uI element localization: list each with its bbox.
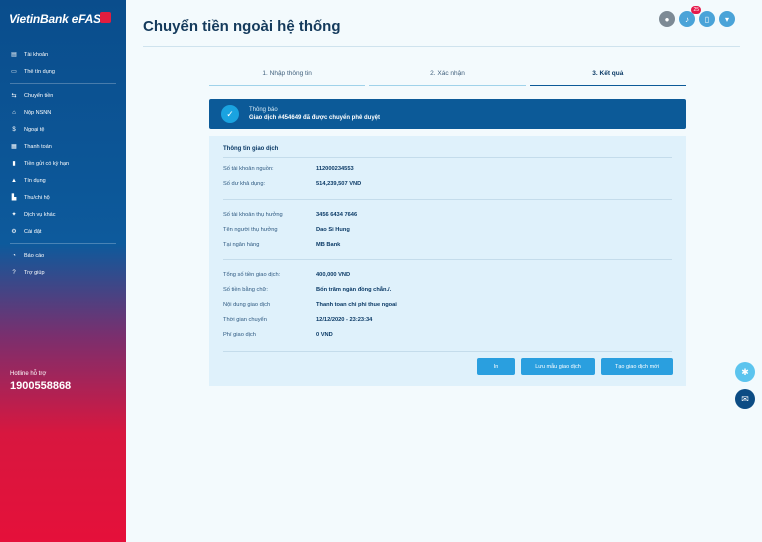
sidebar-item-collection[interactable]: ▙ Thu/chi hộ xyxy=(0,189,126,206)
transfer-icon: ⇆ xyxy=(11,92,17,99)
sidebar-item-transfer[interactable]: ⇆ Chuyển tiền xyxy=(0,87,126,104)
row-value: 400,000 VND xyxy=(316,272,351,278)
hotline-label: Hotline hỗ trợ xyxy=(10,371,47,377)
help-icon: ? xyxy=(12,269,16,276)
sidebar-item-credit-card[interactable]: ▭ Thẻ tín dụng xyxy=(0,63,126,80)
collection-icon: ▙ xyxy=(11,194,17,201)
notification-badge: 25 xyxy=(691,6,701,14)
sidebar-item-label: Tiền gửi có kỳ hạn xyxy=(24,160,70,167)
sidebar-item-label: Tín dụng xyxy=(24,177,46,184)
logo-flag-icon xyxy=(100,12,111,23)
lightbulb-icon[interactable]: ✱ xyxy=(735,362,755,382)
row-label: Thời gian chuyển xyxy=(223,317,267,323)
step-result: 3. Kết quả xyxy=(529,70,687,86)
row-label: Tên người thụ hưởng xyxy=(223,227,278,233)
mail-icon[interactable]: ✉ xyxy=(735,389,755,409)
notice-message: Giao dịch #454649 đã được chuyển phê duy… xyxy=(249,115,380,121)
notification-bell-icon[interactable]: ♪ 25 xyxy=(679,6,701,27)
card-divider xyxy=(223,199,672,200)
row-label: Số tiền bằng chữ: xyxy=(223,287,268,293)
page-title: Chuyển tiền ngoài hệ thống xyxy=(143,18,341,35)
row-label: Phí giao dịch xyxy=(223,332,256,338)
card-title: Thông tin giao dịch xyxy=(223,146,279,152)
sidebar-item-deposit[interactable]: ▮ Tiền gửi có kỳ hạn xyxy=(0,155,126,172)
row-value: 0 VND xyxy=(316,332,333,338)
row-value: 112000234553 xyxy=(316,166,354,172)
sidebar-item-services[interactable]: ✦ Dịch vụ khác xyxy=(0,206,126,223)
row-value: 12/12/2020 - 23:23:34 xyxy=(316,317,373,323)
card-divider xyxy=(223,351,672,352)
row-value: MB Bank xyxy=(316,242,341,248)
sidebar-item-account[interactable]: ▤ Tài khoản xyxy=(0,46,126,63)
payment-icon: ▦ xyxy=(11,143,17,150)
row-label: Số tài khoản thụ hưởng xyxy=(223,212,283,218)
row-value: 3456 6434 7646 xyxy=(316,212,358,218)
sidebar-item-label: Thanh toán xyxy=(24,143,52,150)
sidebar-item-label: Cài đặt xyxy=(24,228,42,235)
sidebar-divider xyxy=(10,83,116,84)
account-icon: ▤ xyxy=(11,51,17,58)
sidebar-item-label: Trợ giúp xyxy=(24,269,45,276)
currency-icon: $ xyxy=(12,126,16,133)
card-divider xyxy=(223,157,672,158)
action-buttons: In Lưu mẫu giao dịch Tạo giao dịch mới xyxy=(477,358,673,375)
step-confirm: 2. Xác nhận xyxy=(369,70,526,86)
notice-banner: ✓ Thông báo Giao dịch #454649 đã được ch… xyxy=(209,99,686,129)
row-label: Số tài khoản nguồn: xyxy=(223,166,274,172)
transaction-info-card: Thông tin giao dịch Số tài khoản nguồn: 1… xyxy=(209,136,686,386)
row-label: Nội dung giao dịch xyxy=(223,302,271,308)
credit-icon: ▲ xyxy=(11,177,17,184)
sidebar-item-label: Tài khoản xyxy=(24,51,49,58)
sidebar-item-credit[interactable]: ▲ Tín dụng xyxy=(0,172,126,189)
sidebar-item-label: Báo cáo xyxy=(24,252,45,259)
sidebar-item-tax[interactable]: ⌂ Nộp NSNN xyxy=(0,104,126,121)
row-value: Bốn trăm ngàn đồng chẵn./. xyxy=(316,287,392,293)
sidebar-item-currency[interactable]: $ Ngoại tệ xyxy=(0,121,126,138)
row-value: Dao Si Hung xyxy=(316,227,350,233)
sidebar-item-label: Chuyển tiền xyxy=(24,92,54,99)
sidebar-item-label: Nộp NSNN xyxy=(24,109,52,116)
sidebar-item-label: Thu/chi hộ xyxy=(24,194,50,201)
avatar[interactable]: ● xyxy=(659,11,675,27)
notice-title: Thông báo xyxy=(249,107,278,113)
deposit-icon: ▮ xyxy=(12,160,16,167)
sidebar-item-payment[interactable]: ▦ Thanh toán xyxy=(0,138,126,155)
logo[interactable]: VietinBank eFAST xyxy=(9,12,108,26)
new-transaction-button[interactable]: Tạo giao dịch mới xyxy=(601,358,673,375)
chevron-down-icon[interactable]: ▾ xyxy=(719,11,735,27)
sidebar-item-label: Thẻ tín dụng xyxy=(24,68,55,75)
save-template-button[interactable]: Lưu mẫu giao dịch xyxy=(521,358,595,375)
header-actions: ● ♪ 25 ▯ ▾ xyxy=(659,6,735,27)
hotline-number[interactable]: 1900558868 xyxy=(10,380,71,392)
row-label: Tại ngân hàng xyxy=(223,242,260,248)
sidebar-item-help[interactable]: ? Trợ giúp xyxy=(0,264,126,281)
card-divider xyxy=(223,259,672,260)
tax-icon: ⌂ xyxy=(12,109,16,116)
settings-icon: ⚙ xyxy=(11,228,17,235)
sidebar-divider xyxy=(10,243,116,244)
services-icon: ✦ xyxy=(11,211,17,218)
row-value: 514,239,507 VND xyxy=(316,181,362,187)
sidebar-item-settings[interactable]: ⚙ Cài đặt xyxy=(0,223,126,240)
step-indicator: 1. Nhập thông tin 2. Xác nhận 3. Kết quả xyxy=(209,70,687,86)
row-value: Thanh toan chi phi thue ngoai xyxy=(316,302,397,308)
sidebar-item-label: Ngoại tệ xyxy=(24,126,45,133)
print-button[interactable]: In xyxy=(477,358,515,375)
header-divider xyxy=(143,46,740,47)
document-icon[interactable]: ▯ xyxy=(699,11,715,27)
step-input: 1. Nhập thông tin xyxy=(209,70,366,86)
clipboard-check-icon: ✓ xyxy=(221,105,239,123)
sidebar-nav: ▤ Tài khoản ▭ Thẻ tín dụng ⇆ Chuyển tiền ⌂ N… xyxy=(0,46,126,281)
sidebar: VietinBank eFAST ▤ Tài khoản ▭ Thẻ tín dụn… xyxy=(0,0,126,542)
card-icon: ▭ xyxy=(11,68,17,75)
sidebar-item-label: Dịch vụ khác xyxy=(24,211,56,218)
row-label: Tổng số tiền giao dịch: xyxy=(223,272,281,278)
sidebar-item-report[interactable]: ◔ Báo cáo xyxy=(0,247,126,264)
row-label: Số dư khả dụng: xyxy=(223,181,266,187)
report-icon: ◔ xyxy=(12,252,16,259)
